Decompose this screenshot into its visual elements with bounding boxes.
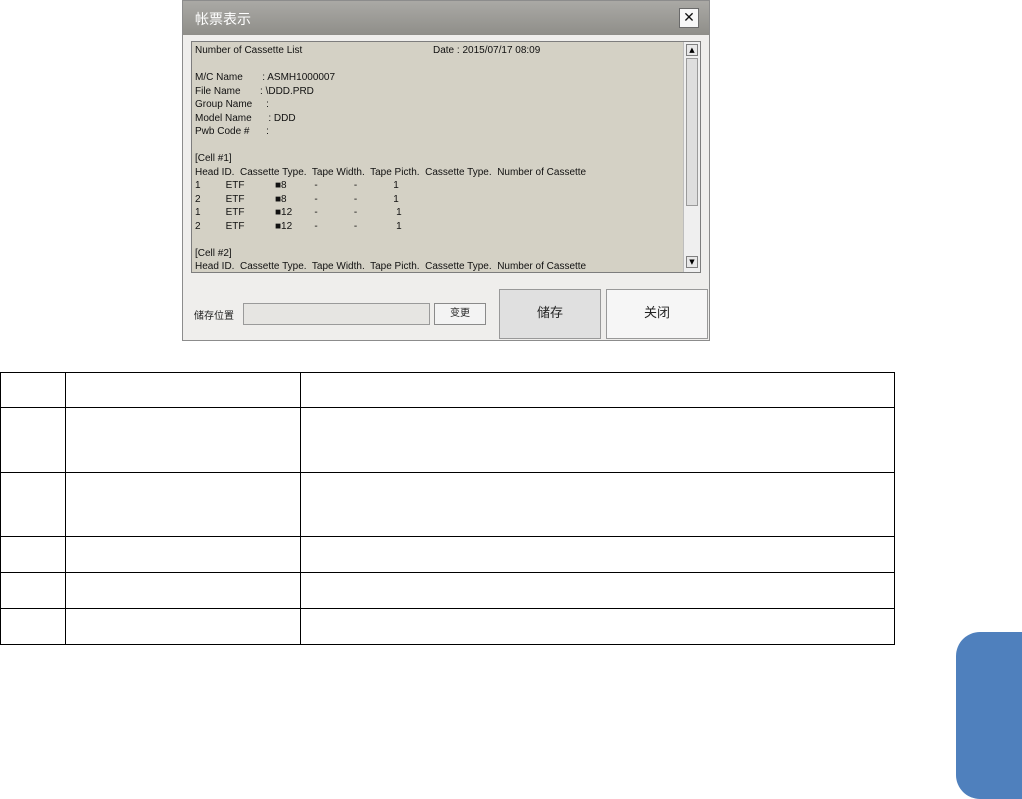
change-button[interactable]: 变更 [434,303,486,325]
report-line: 1 ETF ■8 - - 1 [195,180,399,191]
close-icon[interactable]: ✕ [679,8,699,28]
dialog-titlebar[interactable]: 帐票表示 ✕ [183,1,709,35]
table-cell [0,536,66,573]
table-cell [65,372,301,408]
table-cell [300,372,895,408]
report-line: 2 ETF ■8 - - 1 [195,193,399,205]
report-line: File Name : \DDD.PRD [195,85,314,97]
chapter-side-tab [956,632,1022,799]
table-cell [0,407,66,473]
report-line: Head ID. Cassette Type. Tape Width. Tape… [195,261,587,272]
scroll-thumb[interactable] [686,58,698,206]
table-cell [300,472,895,537]
report-line: Number of Cassette List [195,45,303,56]
table-row [0,536,895,573]
report-line: Group Name : [195,99,269,110]
scroll-down-icon[interactable]: ▼ [686,256,698,268]
table-row [0,407,895,473]
table-row [0,472,895,537]
save-button[interactable]: 储存 [499,289,601,339]
table-cell [0,372,66,408]
save-location-label: 储存位置 [194,311,234,322]
report-line: [Cell #2] [195,247,232,259]
report-text-area[interactable]: Number of Cassette List Date : 2015/07/1… [191,41,701,273]
table-cell [300,608,895,645]
report-dialog: 帐票表示 ✕ Number of Cassette List Date : 20… [182,0,710,341]
table-cell [65,407,301,473]
table-cell [0,608,66,645]
save-location-input[interactable] [243,303,430,325]
blank-table [0,372,895,645]
report-line: 2 ETF ■12 - - 1 [195,220,402,232]
dialog-title: 帐票表示 [195,12,251,28]
table-row [0,608,895,645]
report-line: Head ID. Cassette Type. Tape Width. Tape… [195,166,587,178]
table-cell [0,572,66,609]
table-cell [65,572,301,609]
table-cell [65,536,301,573]
report-line: M/C Name : ASMH1000007 [195,72,336,83]
report-date: Date : 2015/07/17 08:09 [433,45,541,56]
report-line: 1 ETF ■12 - - 1 [195,207,402,218]
table-cell [300,407,895,473]
table-cell [65,472,301,537]
table-cell [0,472,66,537]
report-line: [Cell #1] [195,153,232,164]
report-line: Pwb Code # : [195,126,269,137]
scroll-up-icon[interactable]: ▲ [686,44,698,56]
table-row [0,372,895,408]
report-line: Model Name : DDD [195,112,296,124]
report-scrollbar[interactable]: ▲ ▼ [683,42,700,272]
table-row [0,572,895,609]
close-button[interactable]: 关闭 [606,289,708,339]
report-content: Number of Cassette List Date : 2015/07/1… [195,45,681,272]
table-cell [300,572,895,609]
table-cell [65,608,301,645]
table-cell [300,536,895,573]
